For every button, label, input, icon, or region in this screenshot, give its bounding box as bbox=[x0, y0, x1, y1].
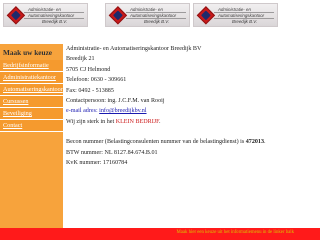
contact-person: Contactpersoon: ing. J.C.F.M. van Rooij bbox=[66, 98, 165, 105]
logo-line3: Breedijk B.V. bbox=[232, 19, 258, 24]
logo-line1: Administratie- en bbox=[28, 7, 61, 12]
btw-number: BTW nummer: NL 8127.84.674.B.01 bbox=[66, 149, 158, 156]
company-logo: Administratie- en Automatiseringskantoor… bbox=[3, 3, 88, 27]
company-name: Administratie- en Automatiseringskantoor… bbox=[66, 46, 202, 52]
company-logo: Administratie- en Automatiseringskantoor… bbox=[105, 3, 190, 27]
sidebar-menu: Bedrijfsinformatie Administratiekantoor … bbox=[0, 60, 63, 132]
footer-bar: Maak hier een keuze uit het informatieme… bbox=[0, 228, 320, 240]
tagline-suffix: . bbox=[159, 118, 161, 125]
becon-line: Becon nummer (Belastingconsulenten numme… bbox=[66, 137, 316, 147]
sidebar-item-bedrijfsinformatie[interactable]: Bedrijfsinformatie bbox=[0, 60, 63, 72]
fax-number: Fax: 0492 - 513885 bbox=[66, 87, 114, 94]
kvk-number: KvK nummer: 17160784 bbox=[66, 160, 128, 167]
becon-number: 472013 bbox=[245, 139, 265, 146]
logo-diamond-icon bbox=[108, 6, 128, 25]
street-address: Breedijk 21 bbox=[66, 56, 95, 63]
sidebar-item-beveiliging[interactable]: Beveiliging bbox=[0, 108, 63, 120]
logo-line1: Administratie- en bbox=[218, 7, 251, 12]
header-banner: Administratie- en Automatiseringskantoor… bbox=[0, 0, 320, 30]
email-label: e-mail adres: bbox=[66, 108, 100, 115]
main-content: Administratie- en Automatiseringskantoor… bbox=[66, 44, 316, 168]
phone-number: Telefoon: 0630 - 309661 bbox=[66, 77, 127, 84]
tagline-prefix: Wij zijn sterk in het bbox=[66, 118, 116, 125]
sidebar-item-contact[interactable]: Contact bbox=[0, 120, 63, 132]
tagline: Wij zijn sterk in het KLEIN BEDRIJF. bbox=[66, 117, 316, 127]
sidebar-item-automatiseringskantoor[interactable]: Automatiseringskantoor bbox=[0, 84, 63, 96]
becon-suffix: . bbox=[264, 139, 266, 146]
email-line: e-mail adres: info@breedijkbv.nl bbox=[66, 106, 316, 116]
logo-line3: Breedijk B.V. bbox=[144, 19, 170, 24]
logo-line2: Automatiseringskantoor bbox=[28, 13, 75, 18]
logo-line2: Automatiseringskantoor bbox=[130, 13, 177, 18]
logo-diamond-icon bbox=[196, 6, 216, 25]
logo-line3: Breedijk B.V. bbox=[42, 19, 68, 24]
postal-city: 5705 CJ Helmond bbox=[66, 66, 111, 73]
email-link[interactable]: info@breedijkbv.nl bbox=[99, 108, 146, 114]
company-logo: Administratie- en Automatiseringskantoor… bbox=[193, 3, 278, 27]
sidebar-item-administratiekantoor[interactable]: Administratiekantoor bbox=[0, 72, 63, 84]
logo-diamond-icon bbox=[6, 6, 26, 25]
sidebar-title: Maak uw keuze bbox=[0, 44, 63, 58]
footer-text: Maak hier een keuze uit het informatieme… bbox=[176, 230, 294, 235]
sidebar-item-cursussen[interactable]: Cursussen bbox=[0, 96, 63, 108]
tagline-highlight: KLEIN BEDRIJF bbox=[115, 118, 160, 125]
logo-line1: Administratie- en bbox=[130, 7, 163, 12]
logo-line2: Automatiseringskantoor bbox=[218, 13, 265, 18]
becon-text: Becon nummer (Belastingconsulenten numme… bbox=[66, 139, 246, 146]
